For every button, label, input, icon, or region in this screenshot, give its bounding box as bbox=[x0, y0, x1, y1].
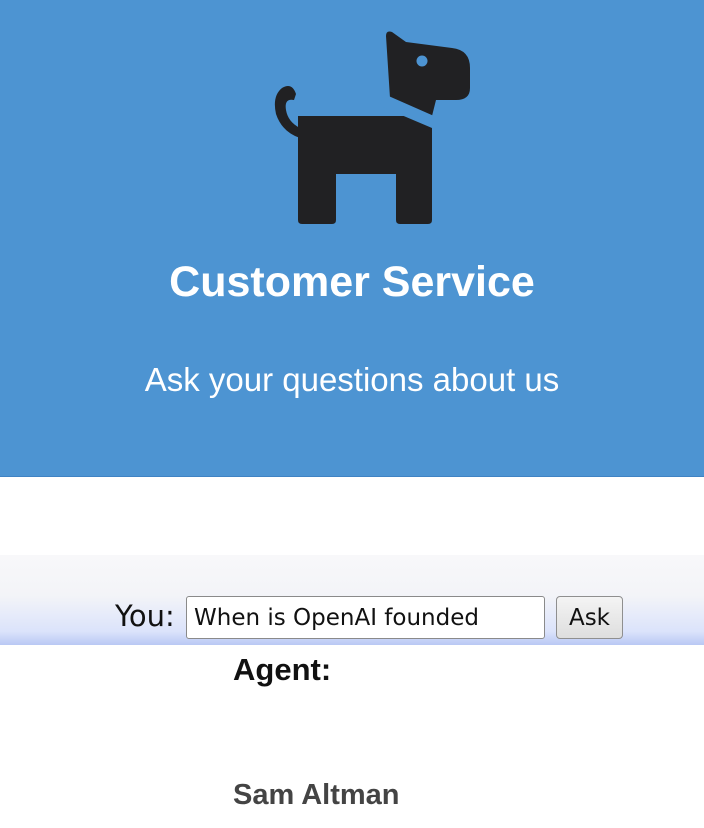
agent-label: Agent: bbox=[233, 652, 332, 687]
page-title: Customer Service bbox=[169, 258, 535, 306]
ask-button[interactable]: Ask bbox=[556, 596, 623, 639]
dog-icon bbox=[274, 31, 470, 224]
you-label: You: bbox=[115, 599, 175, 633]
question-input[interactable] bbox=[186, 596, 545, 639]
question-form: You: Ask bbox=[0, 596, 704, 640]
header-banner: Customer Service Ask your questions abou… bbox=[0, 0, 704, 477]
agent-answer: Sam Altman bbox=[233, 779, 400, 811]
page-subtitle: Ask your questions about us bbox=[144, 361, 560, 398]
